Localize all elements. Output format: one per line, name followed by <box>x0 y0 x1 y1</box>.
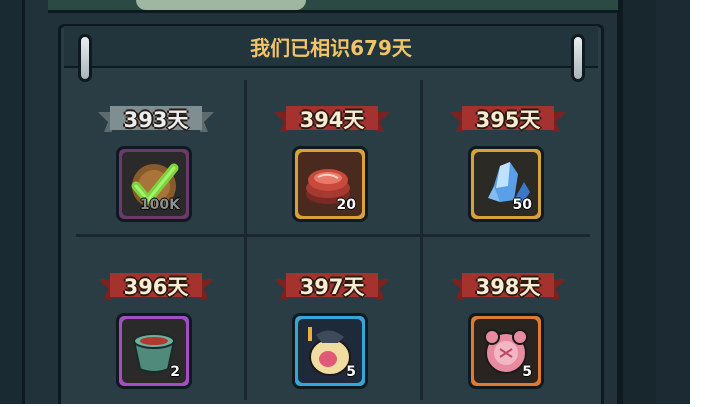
slot-background: 5 <box>474 319 538 383</box>
reward-quantity: 100K <box>139 197 180 213</box>
top-banner-strip <box>48 0 618 13</box>
day-label: 394天 <box>299 108 365 132</box>
day-ribbon: 398天 <box>450 267 566 301</box>
reward-slot[interactable]: 100K <box>116 146 192 222</box>
day-ribbon: 396天 <box>98 267 214 301</box>
day-ribbon: 397天 <box>274 267 390 301</box>
grid-divider <box>244 80 247 400</box>
left-border <box>0 0 22 404</box>
slot-background: 100K <box>122 152 186 216</box>
reward-cell[interactable]: 397天 5 <box>252 247 412 407</box>
grid-divider <box>420 80 423 400</box>
slot-background: 5 <box>298 319 362 383</box>
reward-slot[interactable]: 5 <box>292 313 368 389</box>
game-screen: 我们已相识679天 393天 100K 394天 20 395天 50 396天 2 397天 5… <box>0 0 720 404</box>
slot-background: 20 <box>298 152 362 216</box>
reward-cell[interactable]: 393天 100K <box>76 80 236 240</box>
right-border <box>620 0 659 404</box>
day-label: 397天 <box>299 275 365 299</box>
reward-quantity: 2 <box>170 364 180 380</box>
day-ribbon: 395天 <box>450 100 566 134</box>
day-label: 395天 <box>475 108 541 132</box>
reward-slot[interactable]: 50 <box>468 146 544 222</box>
reward-cell[interactable]: 394天 20 <box>252 80 412 240</box>
reward-slot[interactable]: 5 <box>468 313 544 389</box>
reward-slot[interactable]: 2 <box>116 313 192 389</box>
reward-quantity: 50 <box>512 197 532 213</box>
day-label: 396天 <box>123 275 189 299</box>
day-ribbon: 394天 <box>274 100 390 134</box>
slot-background: 50 <box>474 152 538 216</box>
reward-cell[interactable]: 396天 2 <box>76 247 236 407</box>
right-background <box>656 0 690 404</box>
reward-slot[interactable]: 20 <box>292 146 368 222</box>
days-together-title: 我们已相识679天 <box>250 36 412 60</box>
top-decoration <box>136 0 306 10</box>
reward-cell[interactable]: 395天 50 <box>428 80 588 240</box>
slot-background: 2 <box>122 319 186 383</box>
reward-quantity: 5 <box>522 364 532 380</box>
panel-header: 我们已相识679天 <box>64 26 598 68</box>
day-label: 398天 <box>475 275 541 299</box>
reward-quantity: 5 <box>346 364 356 380</box>
reward-quantity: 20 <box>336 197 356 213</box>
day-label: 393天 <box>123 108 189 132</box>
reward-cell[interactable]: 398天 5 <box>428 247 588 407</box>
day-ribbon: 393天 <box>98 100 214 134</box>
